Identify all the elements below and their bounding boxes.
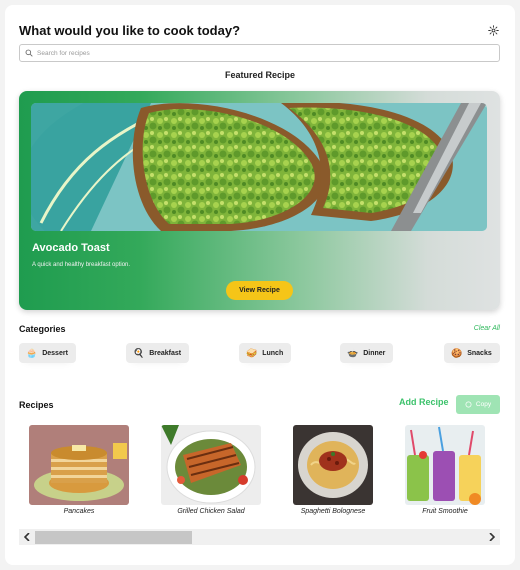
copy-button[interactable]: Copy (456, 395, 500, 414)
category-breakfast[interactable]: 🍳 Breakfast (126, 343, 190, 363)
category-label: Snacks (467, 349, 492, 357)
view-recipe-button[interactable]: View Recipe (226, 281, 293, 300)
category-dessert[interactable]: 🧁 Dessert (19, 343, 76, 363)
gear-icon[interactable] (485, 22, 501, 38)
clear-all-link[interactable]: Clear All (474, 325, 500, 332)
add-recipe-button[interactable]: Add Recipe (399, 397, 449, 407)
cupcake-icon: 🧁 (26, 347, 38, 358)
scroll-left-icon[interactable] (19, 529, 35, 545)
copy-label: Copy (475, 401, 492, 408)
category-snacks[interactable]: 🍪 Snacks (444, 343, 500, 363)
recipe-image (29, 425, 129, 505)
recipe-image (161, 425, 261, 505)
category-dinner[interactable]: 🍲 Dinner (340, 343, 394, 363)
category-lunch[interactable]: 🥪 Lunch (239, 343, 292, 363)
search-bar (19, 44, 500, 62)
search-input[interactable] (37, 49, 477, 57)
snacks-icon: 🍪 (451, 347, 463, 358)
categories-title: Categories (19, 324, 66, 334)
featured-recipe-card: Avocado Toast A quick and healthy breakf… (19, 91, 500, 310)
app-page: What would you like to cook today? Featu… (5, 5, 515, 565)
recipe-image (405, 425, 485, 505)
header: What would you like to cook today? (19, 19, 501, 41)
breakfast-icon: 🍳 (133, 347, 145, 358)
category-label: Breakfast (149, 349, 182, 357)
featured-recipe-name: Avocado Toast (32, 242, 110, 254)
search-icon (25, 44, 33, 62)
categories-row: 🧁 Dessert 🍳 Breakfast 🥪 Lunch 🍲 Dinner 🍪… (19, 343, 501, 365)
recipe-name: Grilled Chicken Salad (177, 508, 245, 515)
page-title: What would you like to cook today? (19, 22, 241, 38)
recipes-row: Pancakes Grilled Chicken Salad Spaghetti… (19, 425, 501, 525)
scroll-right-icon[interactable] (484, 529, 500, 545)
featured-recipe-description: A quick and healthy breakfast option. (32, 262, 131, 268)
category-label: Dessert (42, 349, 68, 357)
featured-recipe-image (31, 103, 487, 231)
recipe-image (293, 425, 373, 505)
recipe-name: Pancakes (63, 508, 95, 515)
category-label: Dinner (363, 349, 386, 357)
recipe-name: Fruit Smoothie (422, 508, 468, 515)
dinner-icon: 🍲 (347, 347, 359, 358)
lunch-icon: 🥪 (246, 347, 258, 358)
recipes-title: Recipes (19, 400, 54, 410)
category-label: Lunch (262, 349, 284, 357)
copy-icon (465, 401, 472, 408)
horizontal-scrollbar[interactable] (19, 529, 500, 545)
featured-section-title: Featured Recipe (224, 70, 296, 80)
scrollbar-thumb[interactable] (35, 531, 192, 544)
